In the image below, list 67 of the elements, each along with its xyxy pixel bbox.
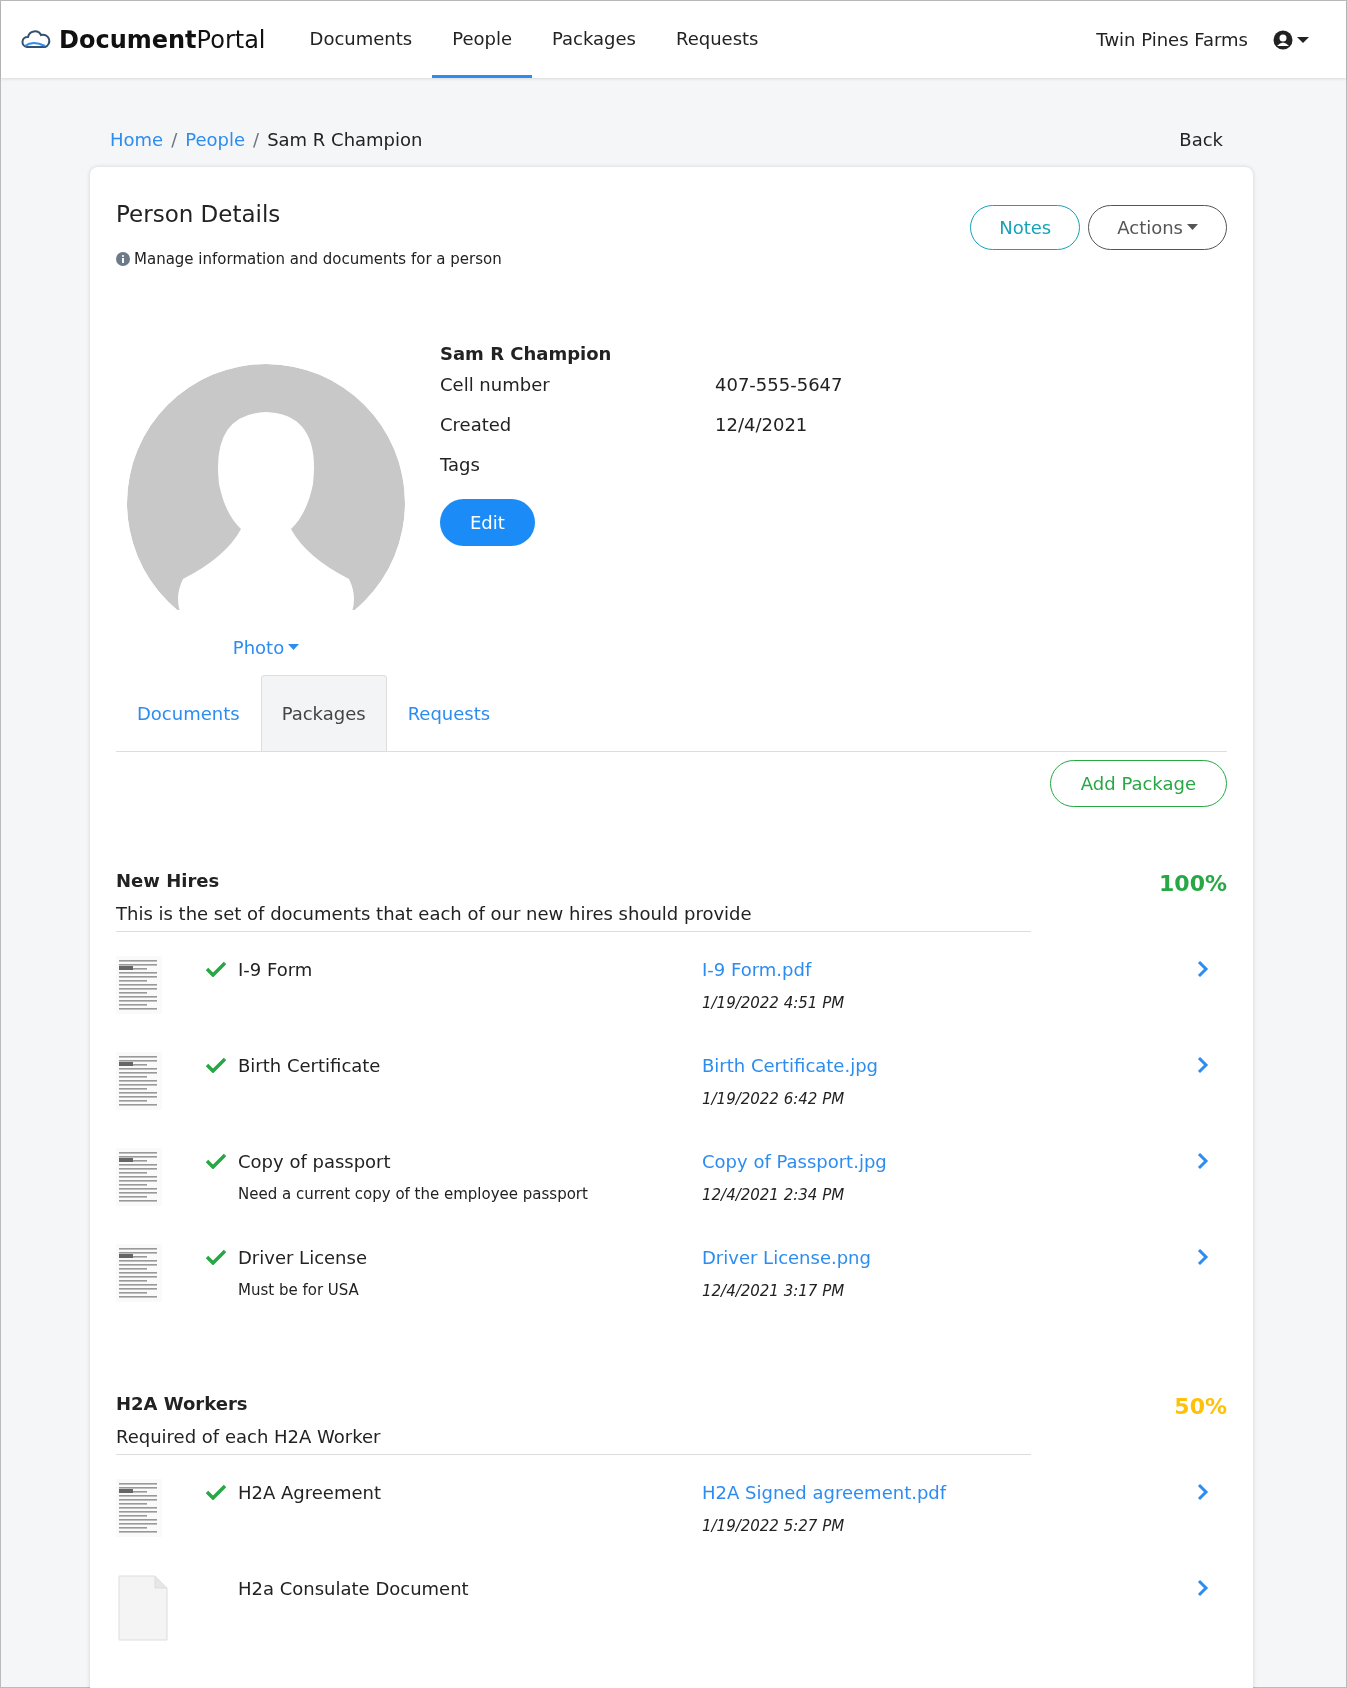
field-value: 407-555-5647: [715, 373, 843, 397]
card-title: Person Details: [116, 200, 282, 229]
document-name: I-9 Form: [238, 958, 314, 982]
document-name: Copy of passport: [238, 1150, 392, 1174]
tab[interactable]: Requests: [386, 675, 512, 751]
breadcrumb-item[interactable]: Home: [110, 126, 164, 153]
brand-name: DocumentPortal: [59, 24, 266, 56]
document-name: Driver License: [238, 1246, 368, 1270]
chevron-right-icon: [1197, 1056, 1209, 1074]
photo-dropdown[interactable]: Photo: [232, 634, 300, 661]
field-value: 12/4/2021: [715, 413, 808, 437]
notes-button[interactable]: Notes: [970, 205, 1081, 250]
caret-icon: [1187, 224, 1198, 231]
nav-link[interactable]: Packages: [532, 1, 656, 78]
actions-button[interactable]: Actions: [1088, 205, 1227, 250]
breadcrumb-separator: /: [253, 128, 260, 152]
upload-date: 1/19/2022 5:27 PM: [702, 1515, 846, 1537]
upload-date: 1/19/2022 4:51 PM: [702, 992, 846, 1014]
blank-document-icon: [116, 1575, 168, 1641]
chevron-right-icon: [1197, 1579, 1209, 1597]
chevron-right-icon: [1197, 1483, 1209, 1501]
document-note: Need a current copy of the employee passport: [238, 1184, 589, 1205]
breadcrumb-item[interactable]: People: [185, 126, 246, 153]
package-percent: 100%: [1159, 870, 1227, 898]
document-name: H2a Consulate Document: [238, 1577, 470, 1601]
chevron-right-icon: [1197, 1152, 1209, 1170]
nav-link[interactable]: Documents: [289, 1, 433, 78]
breadcrumb-item: Sam R Champion: [267, 128, 423, 152]
upload-date: 1/19/2022 6:42 PM: [702, 1088, 846, 1110]
tab[interactable]: Documents: [116, 675, 261, 751]
package-percent: 50%: [1174, 1393, 1227, 1421]
avatar-icon: [127, 364, 405, 610]
file-link[interactable]: I-9 Form.pdf: [702, 959, 812, 980]
field-label: Tags: [440, 453, 481, 477]
package-description: Required of each H2A Worker: [116, 1423, 1031, 1455]
field-label: Cell number: [440, 373, 551, 397]
add-package-button[interactable]: Add Package: [1049, 760, 1227, 807]
caret-icon: [1297, 35, 1309, 44]
breadcrumb-separator: /: [171, 128, 178, 152]
field-label: Created: [440, 413, 513, 437]
user-menu-button[interactable]: [1272, 28, 1310, 51]
document-name: H2A Agreement: [238, 1481, 382, 1505]
upload-date: 12/4/2021 2:34 PM: [702, 1184, 846, 1206]
package-name: H2A Workers: [116, 1392, 249, 1416]
tab[interactable]: Packages: [260, 675, 387, 751]
subtitle: Manage information and documents for a person: [134, 248, 502, 270]
user-icon: [1273, 29, 1293, 50]
upload-date: 12/4/2021 3:17 PM: [702, 1280, 846, 1302]
edit-button[interactable]: Edit: [440, 499, 535, 546]
person-name: Sam R Champion: [440, 342, 613, 366]
nav-link[interactable]: People: [432, 1, 532, 78]
package-description: This is the set of documents that each of our new hires should provide: [116, 900, 1031, 932]
document-note: Must be for USA: [238, 1280, 360, 1301]
file-link[interactable]: Copy of Passport.jpg: [702, 1151, 887, 1172]
caret-icon: [288, 644, 300, 651]
cloud-icon: [21, 28, 51, 51]
info-icon: [116, 251, 130, 266]
account-name[interactable]: Twin Pines Farms: [1096, 26, 1248, 53]
package-name: New Hires: [116, 869, 221, 893]
file-link[interactable]: Driver License.png: [702, 1247, 871, 1268]
back-link[interactable]: Back: [1179, 126, 1223, 153]
chevron-right-icon: [1197, 960, 1209, 978]
document-name: Birth Certificate: [238, 1054, 382, 1078]
chevron-right-icon: [1197, 1248, 1209, 1266]
nav-link[interactable]: Requests: [656, 1, 779, 78]
file-link[interactable]: H2A Signed agreement.pdf: [702, 1482, 947, 1503]
file-link[interactable]: Birth Certificate.jpg: [702, 1055, 878, 1076]
